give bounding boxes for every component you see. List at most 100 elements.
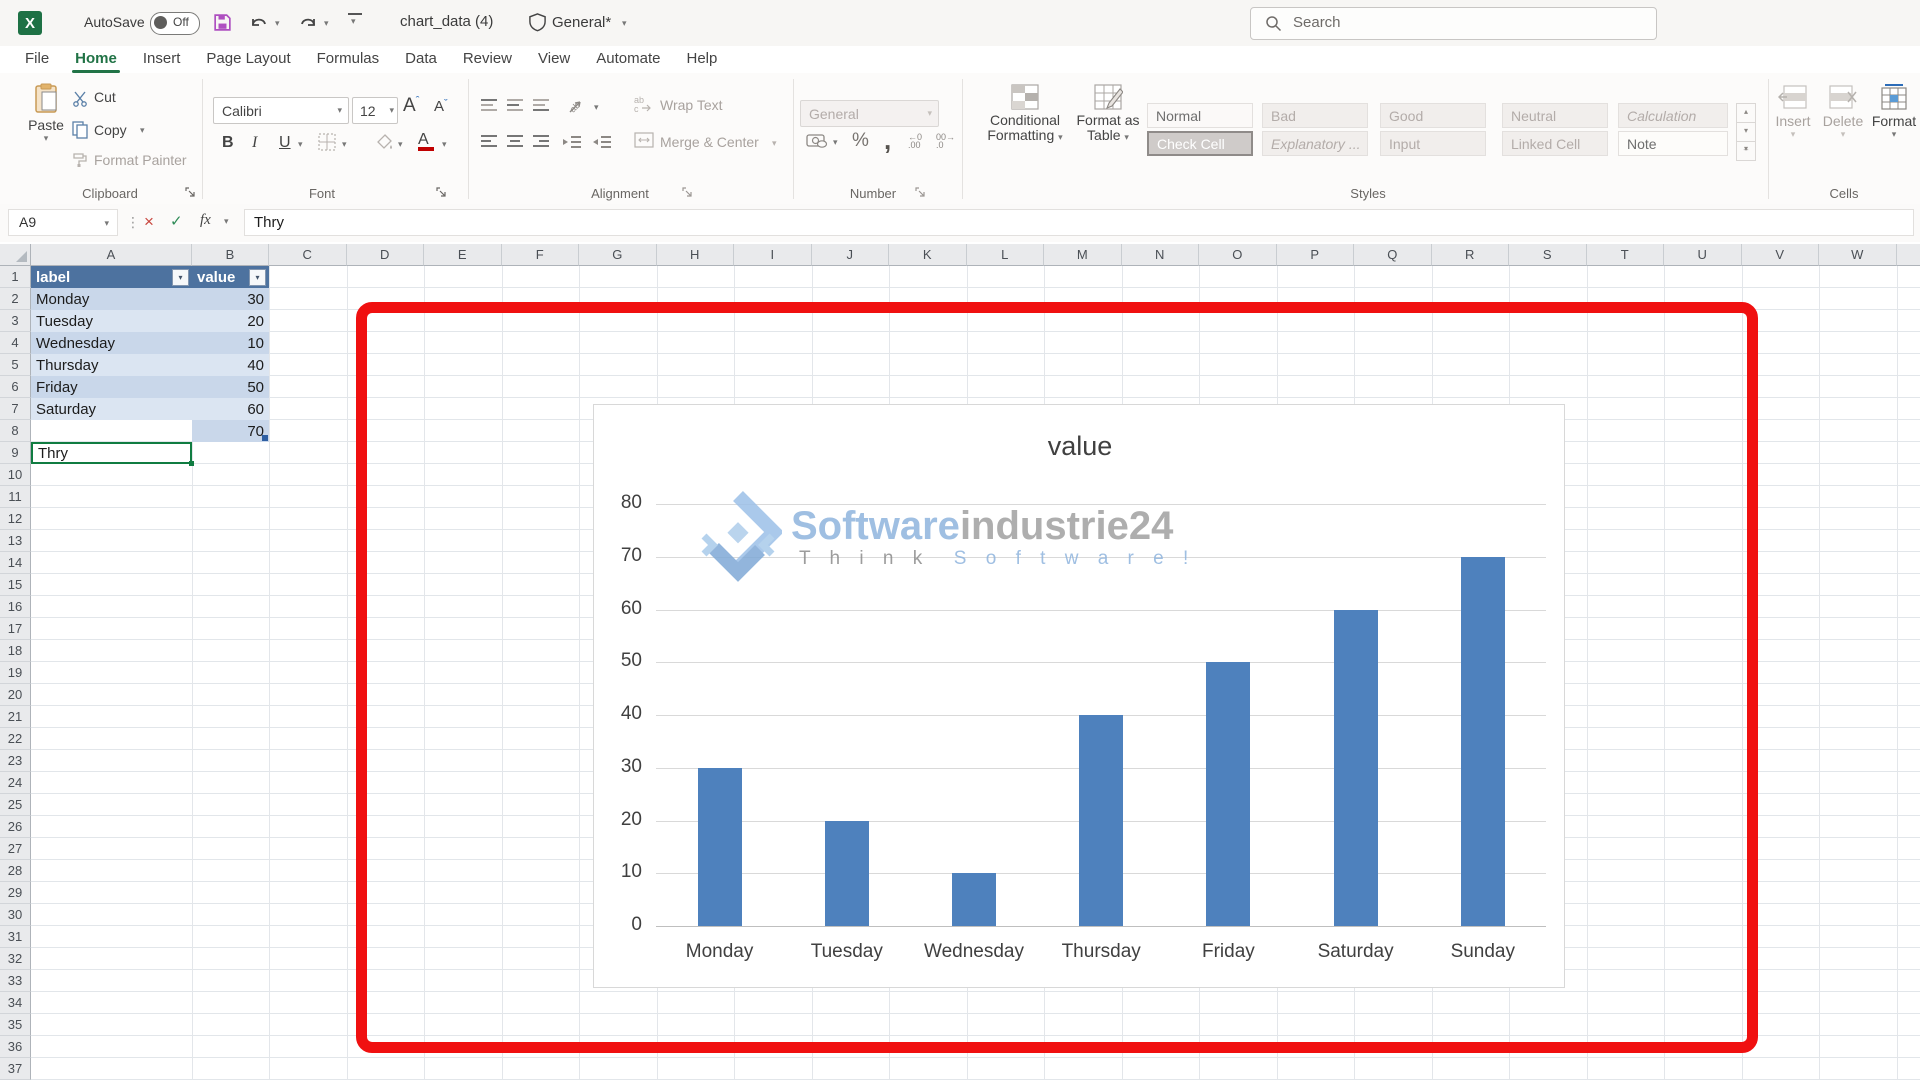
row-header-10[interactable]: 10 bbox=[0, 464, 31, 486]
row-header-29[interactable]: 29 bbox=[0, 882, 31, 904]
name-box-dropdown-icon[interactable]: ▾ bbox=[104, 218, 109, 229]
tab-file[interactable]: File bbox=[12, 46, 62, 73]
column-header-R[interactable]: R bbox=[1432, 244, 1510, 266]
row-header-27[interactable]: 27 bbox=[0, 838, 31, 860]
table-cell-label[interactable]: Tuesday bbox=[31, 310, 192, 332]
gallery-more-icon[interactable]: ▾– bbox=[1736, 142, 1756, 161]
column-header-L[interactable]: L bbox=[967, 244, 1045, 266]
redo-dropdown-icon[interactable]: ▾ bbox=[324, 18, 329, 29]
column-header-M[interactable]: M bbox=[1044, 244, 1122, 266]
worksheet[interactable]: ABCDEFGHIJKLMNOPQRSTUVW12345678910111213… bbox=[0, 242, 1920, 1080]
row-header-31[interactable]: 31 bbox=[0, 926, 31, 948]
cell-style-neutral[interactable]: Neutral bbox=[1502, 103, 1608, 128]
merge-center-dropdown-icon[interactable]: ▾ bbox=[772, 138, 777, 149]
horizontal-align-buttons[interactable] bbox=[480, 134, 550, 150]
merge-center-label[interactable]: Merge & Center bbox=[660, 134, 759, 150]
tab-data[interactable]: Data bbox=[392, 46, 450, 73]
font-color-button[interactable]: A bbox=[418, 131, 434, 151]
column-header-G[interactable]: G bbox=[579, 244, 657, 266]
table-cell-value[interactable]: 20 bbox=[192, 310, 269, 332]
paste-dropdown-icon[interactable]: ▾ bbox=[20, 133, 72, 144]
sensitivity-shield-icon[interactable] bbox=[528, 12, 547, 32]
cell-style-explanatory-[interactable]: Explanatory ... bbox=[1262, 131, 1368, 156]
delete-dropdown-icon[interactable]: ▾ bbox=[1820, 129, 1866, 140]
accounting-format-icon[interactable] bbox=[806, 133, 828, 149]
cell-style-calculation[interactable]: Calculation bbox=[1618, 103, 1728, 128]
insert-function-icon[interactable]: fx bbox=[200, 212, 211, 229]
undo-icon[interactable] bbox=[248, 12, 270, 34]
row-header-18[interactable]: 18 bbox=[0, 640, 31, 662]
filter-dropdown-icon[interactable]: ▾ bbox=[172, 269, 189, 286]
cut-label[interactable]: Cut bbox=[94, 89, 116, 105]
font-size-combobox[interactable]: 12 ▾ bbox=[352, 97, 398, 124]
row-header-11[interactable]: 11 bbox=[0, 486, 31, 508]
alignment-dialog-launcher-icon[interactable] bbox=[682, 187, 693, 198]
row-header-23[interactable]: 23 bbox=[0, 750, 31, 772]
row-header-26[interactable]: 26 bbox=[0, 816, 31, 838]
table-cell-label[interactable]: Saturday bbox=[31, 398, 192, 420]
table-cell-label[interactable]: Friday bbox=[31, 376, 192, 398]
indent-buttons[interactable] bbox=[562, 134, 612, 150]
column-header-D[interactable]: D bbox=[347, 244, 425, 266]
row-header-22[interactable]: 22 bbox=[0, 728, 31, 750]
delete-cells-button[interactable]: Delete ▾ bbox=[1820, 81, 1866, 140]
accounting-dropdown-icon[interactable]: ▾ bbox=[833, 137, 838, 148]
column-header-P[interactable]: P bbox=[1277, 244, 1355, 266]
column-header-J[interactable]: J bbox=[812, 244, 890, 266]
row-header-15[interactable]: 15 bbox=[0, 574, 31, 596]
formula-bar-grip-icon[interactable]: ⋮ bbox=[126, 214, 140, 231]
row-header-7[interactable]: 7 bbox=[0, 398, 31, 420]
decrease-decimal-button[interactable]: 00→.0 bbox=[936, 133, 955, 149]
paste-button[interactable]: Paste ▾ bbox=[20, 81, 72, 144]
decrease-font-size-button[interactable]: Aˇ bbox=[434, 98, 448, 115]
sensitivity-dropdown-icon[interactable]: ▾ bbox=[622, 18, 627, 29]
column-header-E[interactable]: E bbox=[424, 244, 502, 266]
font-name-combobox[interactable]: Calibri ▾ bbox=[213, 97, 349, 124]
cell-style-normal[interactable]: Normal bbox=[1147, 103, 1253, 128]
confirm-entry-icon[interactable]: ✓ bbox=[170, 212, 183, 230]
increase-font-size-button[interactable]: Aˆ bbox=[403, 95, 419, 117]
borders-dropdown-icon[interactable]: ▾ bbox=[342, 139, 347, 150]
tab-formulas[interactable]: Formulas bbox=[304, 46, 393, 73]
borders-icon[interactable] bbox=[318, 133, 336, 151]
copy-dropdown-icon[interactable]: ▾ bbox=[140, 125, 145, 136]
increase-decimal-button[interactable]: ←0.00 bbox=[908, 133, 922, 149]
row-header-4[interactable]: 4 bbox=[0, 332, 31, 354]
cell-style-check-cell[interactable]: Check Cell bbox=[1147, 131, 1253, 156]
row-header-28[interactable]: 28 bbox=[0, 860, 31, 882]
tab-home[interactable]: Home bbox=[62, 46, 130, 73]
row-header-14[interactable]: 14 bbox=[0, 552, 31, 574]
table-header-value[interactable]: value▾ bbox=[192, 266, 269, 288]
column-header-W[interactable]: W bbox=[1819, 244, 1897, 266]
fill-color-icon[interactable] bbox=[376, 133, 394, 151]
insert-function-dropdown-icon[interactable]: ▾ bbox=[224, 216, 229, 227]
table-cell-value[interactable]: 60 bbox=[192, 398, 269, 420]
table-header-label[interactable]: label▾ bbox=[31, 266, 192, 288]
document-title[interactable]: chart_data (4) bbox=[400, 13, 493, 30]
table-resize-handle[interactable] bbox=[262, 435, 268, 441]
sensitivity-label[interactable]: General* bbox=[552, 14, 611, 31]
table-cell-label[interactable]: Thursday bbox=[31, 354, 192, 376]
font-dialog-launcher-icon[interactable] bbox=[436, 187, 447, 198]
row-header-1[interactable]: 1 bbox=[0, 266, 31, 288]
percent-style-button[interactable]: % bbox=[852, 130, 869, 152]
comma-style-button[interactable]: , bbox=[884, 125, 891, 156]
save-icon[interactable] bbox=[212, 12, 233, 33]
table-cell-value[interactable]: 50 bbox=[192, 376, 269, 398]
tab-insert[interactable]: Insert bbox=[130, 46, 194, 73]
edit-cell-fill-handle[interactable] bbox=[189, 461, 194, 466]
row-header-8[interactable]: 8 bbox=[0, 420, 31, 442]
customize-toolbar-chevron-icon[interactable]: ▾ bbox=[351, 16, 356, 27]
insert-cells-button[interactable]: Insert ▾ bbox=[1770, 81, 1816, 140]
column-header-partial[interactable] bbox=[1897, 244, 1920, 266]
font-name-dropdown-icon[interactable]: ▾ bbox=[337, 105, 342, 116]
table-cell-value[interactable]: 10 bbox=[192, 332, 269, 354]
editing-cell-a9[interactable]: Thry bbox=[31, 442, 192, 464]
fill-color-dropdown-icon[interactable]: ▾ bbox=[398, 139, 403, 150]
row-header-13[interactable]: 13 bbox=[0, 530, 31, 552]
table-cell-label[interactable]: Wednesday bbox=[31, 332, 192, 354]
gallery-scroll-buttons[interactable]: ▴ ▾ ▾– bbox=[1736, 103, 1756, 161]
underline-button[interactable]: U bbox=[279, 134, 291, 152]
redo-icon[interactable] bbox=[297, 12, 319, 34]
row-header-30[interactable]: 30 bbox=[0, 904, 31, 926]
